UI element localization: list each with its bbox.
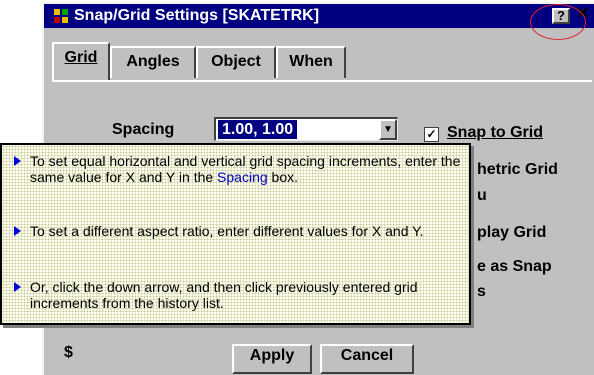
tab-object-label: Object (211, 53, 261, 70)
display-grid-label: play Grid (477, 224, 547, 241)
tab-grid[interactable]: Grid (52, 42, 110, 80)
dropdown-arrow-icon[interactable]: ▼ (379, 119, 397, 140)
isometric-grid-label: hetric Grid (477, 161, 558, 178)
app-icon (54, 9, 68, 23)
spacing-link[interactable]: Spacing (217, 169, 268, 185)
cancel-button[interactable]: Cancel (320, 344, 414, 374)
window-title: Snap/Grid Settings [SKATETRK] (74, 7, 320, 24)
tab-angles-label: Angles (126, 53, 180, 70)
tip-text-2: To set a different aspect ratio, enter d… (30, 223, 424, 239)
same-as-snap-label: e as Snap (477, 258, 552, 275)
tab-when-label: When (289, 53, 333, 70)
option-row3-label: u (477, 187, 487, 204)
tab-angles[interactable]: Angles (110, 46, 196, 78)
tip-text-1: To set equal horizontal and vertical gri… (30, 153, 466, 185)
left-partial-text: $ (64, 344, 73, 361)
tip-text-1b: box. (267, 169, 298, 185)
annotation-circle (530, 4, 586, 40)
spacing-value[interactable]: 1.00, 1.00 (218, 120, 298, 139)
bullet-arrow-icon (14, 282, 21, 292)
tip-text-3: Or, click the down arrow, and then click… (30, 279, 418, 311)
tab-panel-edge (52, 80, 592, 82)
tab-grid-label: Grid (64, 49, 98, 66)
spacing-combobox[interactable]: 1.00, 1.00 ▼ (214, 117, 398, 141)
apply-button[interactable]: Apply (232, 344, 312, 374)
snap-to-grid-label: Snap to Grid (447, 124, 543, 141)
help-tooltip: To set equal horizontal and vertical gri… (0, 143, 471, 325)
tab-when[interactable]: When (276, 46, 346, 78)
spacing-label: Spacing (112, 121, 175, 138)
tab-object[interactable]: Object (196, 46, 276, 78)
snap-to-grid-checkbox[interactable]: ✓ (424, 127, 439, 142)
bullet-arrow-icon (14, 156, 21, 166)
option-row6-label: s (477, 283, 486, 300)
snap-to-grid-option[interactable]: ✓ Snap to Grid (424, 124, 543, 142)
bullet-arrow-icon (14, 226, 21, 236)
title-bar[interactable]: Snap/Grid Settings [SKATETRK] ? ✕ (44, 4, 594, 40)
